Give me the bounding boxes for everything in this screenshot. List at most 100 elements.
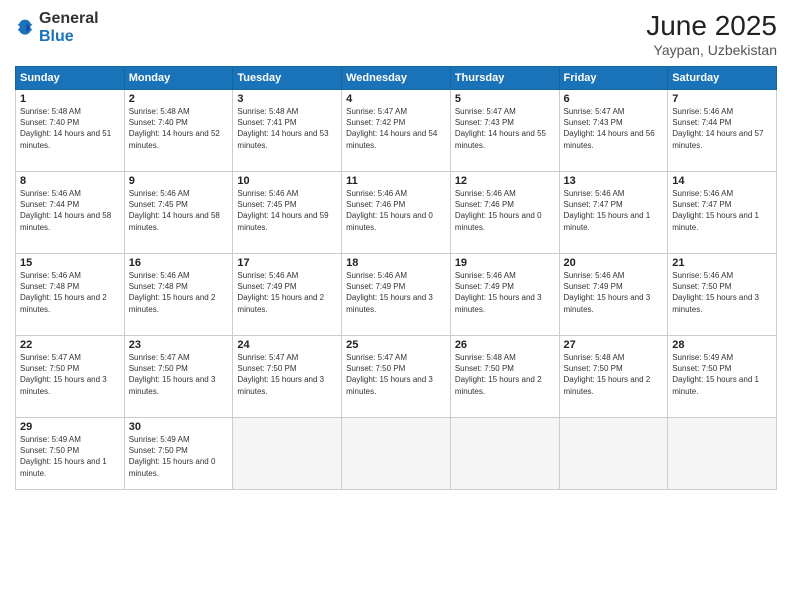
logo-icon <box>15 18 35 38</box>
day-info: Sunrise: 5:47 AMSunset: 7:50 PMDaylight:… <box>346 352 446 397</box>
day-number: 22 <box>20 339 120 351</box>
day-info: Sunrise: 5:46 AMSunset: 7:44 PMDaylight:… <box>20 188 120 233</box>
day-info: Sunrise: 5:46 AMSunset: 7:49 PMDaylight:… <box>346 270 446 315</box>
cell-28: 28 Sunrise: 5:49 AMSunset: 7:50 PMDaylig… <box>668 336 777 418</box>
calendar-header-row: Sunday Monday Tuesday Wednesday Thursday… <box>16 67 777 90</box>
day-number: 17 <box>237 257 337 269</box>
day-number: 10 <box>237 175 337 187</box>
day-number: 8 <box>20 175 120 187</box>
day-info: Sunrise: 5:48 AMSunset: 7:50 PMDaylight:… <box>564 352 664 397</box>
cell-10: 10 Sunrise: 5:46 AMSunset: 7:45 PMDaylig… <box>233 172 342 254</box>
day-number: 18 <box>346 257 446 269</box>
empty-cell <box>233 418 342 490</box>
day-info: Sunrise: 5:46 AMSunset: 7:49 PMDaylight:… <box>237 270 337 315</box>
day-number: 3 <box>237 93 337 105</box>
week-row-3: 15 Sunrise: 5:46 AMSunset: 7:48 PMDaylig… <box>16 254 777 336</box>
cell-6: 6 Sunrise: 5:47 AMSunset: 7:43 PMDayligh… <box>559 90 668 172</box>
page: General Blue June 2025 Yaypan, Uzbekista… <box>0 0 792 612</box>
calendar: Sunday Monday Tuesday Wednesday Thursday… <box>15 66 777 490</box>
cell-17: 17 Sunrise: 5:46 AMSunset: 7:49 PMDaylig… <box>233 254 342 336</box>
cell-26: 26 Sunrise: 5:48 AMSunset: 7:50 PMDaylig… <box>450 336 559 418</box>
day-info: Sunrise: 5:49 AMSunset: 7:50 PMDaylight:… <box>672 352 772 397</box>
day-info: Sunrise: 5:47 AMSunset: 7:42 PMDaylight:… <box>346 106 446 151</box>
day-number: 13 <box>564 175 664 187</box>
day-info: Sunrise: 5:46 AMSunset: 7:49 PMDaylight:… <box>455 270 555 315</box>
day-number: 12 <box>455 175 555 187</box>
cell-29: 29 Sunrise: 5:49 AMSunset: 7:50 PMDaylig… <box>16 418 125 490</box>
empty-cell <box>450 418 559 490</box>
cell-24: 24 Sunrise: 5:47 AMSunset: 7:50 PMDaylig… <box>233 336 342 418</box>
cell-5: 5 Sunrise: 5:47 AMSunset: 7:43 PMDayligh… <box>450 90 559 172</box>
day-info: Sunrise: 5:47 AMSunset: 7:43 PMDaylight:… <box>455 106 555 151</box>
col-tuesday: Tuesday <box>233 67 342 90</box>
day-number: 20 <box>564 257 664 269</box>
cell-16: 16 Sunrise: 5:46 AMSunset: 7:48 PMDaylig… <box>124 254 233 336</box>
day-number: 29 <box>20 421 120 433</box>
cell-20: 20 Sunrise: 5:46 AMSunset: 7:49 PMDaylig… <box>559 254 668 336</box>
day-number: 23 <box>129 339 229 351</box>
day-number: 9 <box>129 175 229 187</box>
day-info: Sunrise: 5:46 AMSunset: 7:50 PMDaylight:… <box>672 270 772 315</box>
week-row-2: 8 Sunrise: 5:46 AMSunset: 7:44 PMDayligh… <box>16 172 777 254</box>
cell-22: 22 Sunrise: 5:47 AMSunset: 7:50 PMDaylig… <box>16 336 125 418</box>
day-number: 15 <box>20 257 120 269</box>
day-number: 16 <box>129 257 229 269</box>
day-number: 1 <box>20 93 120 105</box>
week-row-5: 29 Sunrise: 5:49 AMSunset: 7:50 PMDaylig… <box>16 418 777 490</box>
logo-blue: Blue <box>39 28 74 45</box>
day-number: 25 <box>346 339 446 351</box>
week-row-1: 1 Sunrise: 5:48 AMSunset: 7:40 PMDayligh… <box>16 90 777 172</box>
cell-14: 14 Sunrise: 5:46 AMSunset: 7:47 PMDaylig… <box>668 172 777 254</box>
day-info: Sunrise: 5:48 AMSunset: 7:40 PMDaylight:… <box>20 106 120 151</box>
logo: General Blue <box>15 10 99 46</box>
col-friday: Friday <box>559 67 668 90</box>
day-info: Sunrise: 5:46 AMSunset: 7:47 PMDaylight:… <box>672 188 772 233</box>
col-sunday: Sunday <box>16 67 125 90</box>
day-number: 14 <box>672 175 772 187</box>
cell-12: 12 Sunrise: 5:46 AMSunset: 7:46 PMDaylig… <box>450 172 559 254</box>
cell-7: 7 Sunrise: 5:46 AMSunset: 7:44 PMDayligh… <box>668 90 777 172</box>
col-saturday: Saturday <box>668 67 777 90</box>
day-info: Sunrise: 5:48 AMSunset: 7:50 PMDaylight:… <box>455 352 555 397</box>
day-number: 21 <box>672 257 772 269</box>
cell-9: 9 Sunrise: 5:46 AMSunset: 7:45 PMDayligh… <box>124 172 233 254</box>
cell-30: 30 Sunrise: 5:49 AMSunset: 7:50 PMDaylig… <box>124 418 233 490</box>
empty-cell <box>342 418 451 490</box>
day-info: Sunrise: 5:46 AMSunset: 7:49 PMDaylight:… <box>564 270 664 315</box>
day-info: Sunrise: 5:46 AMSunset: 7:45 PMDaylight:… <box>129 188 229 233</box>
col-thursday: Thursday <box>450 67 559 90</box>
cell-19: 19 Sunrise: 5:46 AMSunset: 7:49 PMDaylig… <box>450 254 559 336</box>
month-title: June 2025 <box>646 10 777 42</box>
header: General Blue June 2025 Yaypan, Uzbekista… <box>15 10 777 58</box>
col-wednesday: Wednesday <box>342 67 451 90</box>
cell-27: 27 Sunrise: 5:48 AMSunset: 7:50 PMDaylig… <box>559 336 668 418</box>
cell-1: 1 Sunrise: 5:48 AMSunset: 7:40 PMDayligh… <box>16 90 125 172</box>
day-number: 28 <box>672 339 772 351</box>
day-info: Sunrise: 5:46 AMSunset: 7:46 PMDaylight:… <box>346 188 446 233</box>
cell-13: 13 Sunrise: 5:46 AMSunset: 7:47 PMDaylig… <box>559 172 668 254</box>
day-info: Sunrise: 5:49 AMSunset: 7:50 PMDaylight:… <box>20 434 120 479</box>
logo-text: General Blue <box>39 10 99 46</box>
day-info: Sunrise: 5:47 AMSunset: 7:50 PMDaylight:… <box>20 352 120 397</box>
title-block: June 2025 Yaypan, Uzbekistan <box>646 10 777 58</box>
cell-25: 25 Sunrise: 5:47 AMSunset: 7:50 PMDaylig… <box>342 336 451 418</box>
day-info: Sunrise: 5:47 AMSunset: 7:50 PMDaylight:… <box>237 352 337 397</box>
location-subtitle: Yaypan, Uzbekistan <box>646 42 777 58</box>
logo-general: General <box>39 10 99 27</box>
day-info: Sunrise: 5:48 AMSunset: 7:40 PMDaylight:… <box>129 106 229 151</box>
day-number: 2 <box>129 93 229 105</box>
cell-8: 8 Sunrise: 5:46 AMSunset: 7:44 PMDayligh… <box>16 172 125 254</box>
day-number: 24 <box>237 339 337 351</box>
cell-18: 18 Sunrise: 5:46 AMSunset: 7:49 PMDaylig… <box>342 254 451 336</box>
day-info: Sunrise: 5:46 AMSunset: 7:48 PMDaylight:… <box>129 270 229 315</box>
cell-23: 23 Sunrise: 5:47 AMSunset: 7:50 PMDaylig… <box>124 336 233 418</box>
empty-cell <box>559 418 668 490</box>
cell-4: 4 Sunrise: 5:47 AMSunset: 7:42 PMDayligh… <box>342 90 451 172</box>
day-number: 4 <box>346 93 446 105</box>
cell-21: 21 Sunrise: 5:46 AMSunset: 7:50 PMDaylig… <box>668 254 777 336</box>
cell-11: 11 Sunrise: 5:46 AMSunset: 7:46 PMDaylig… <box>342 172 451 254</box>
day-number: 26 <box>455 339 555 351</box>
day-info: Sunrise: 5:47 AMSunset: 7:50 PMDaylight:… <box>129 352 229 397</box>
day-number: 30 <box>129 421 229 433</box>
cell-3: 3 Sunrise: 5:48 AMSunset: 7:41 PMDayligh… <box>233 90 342 172</box>
